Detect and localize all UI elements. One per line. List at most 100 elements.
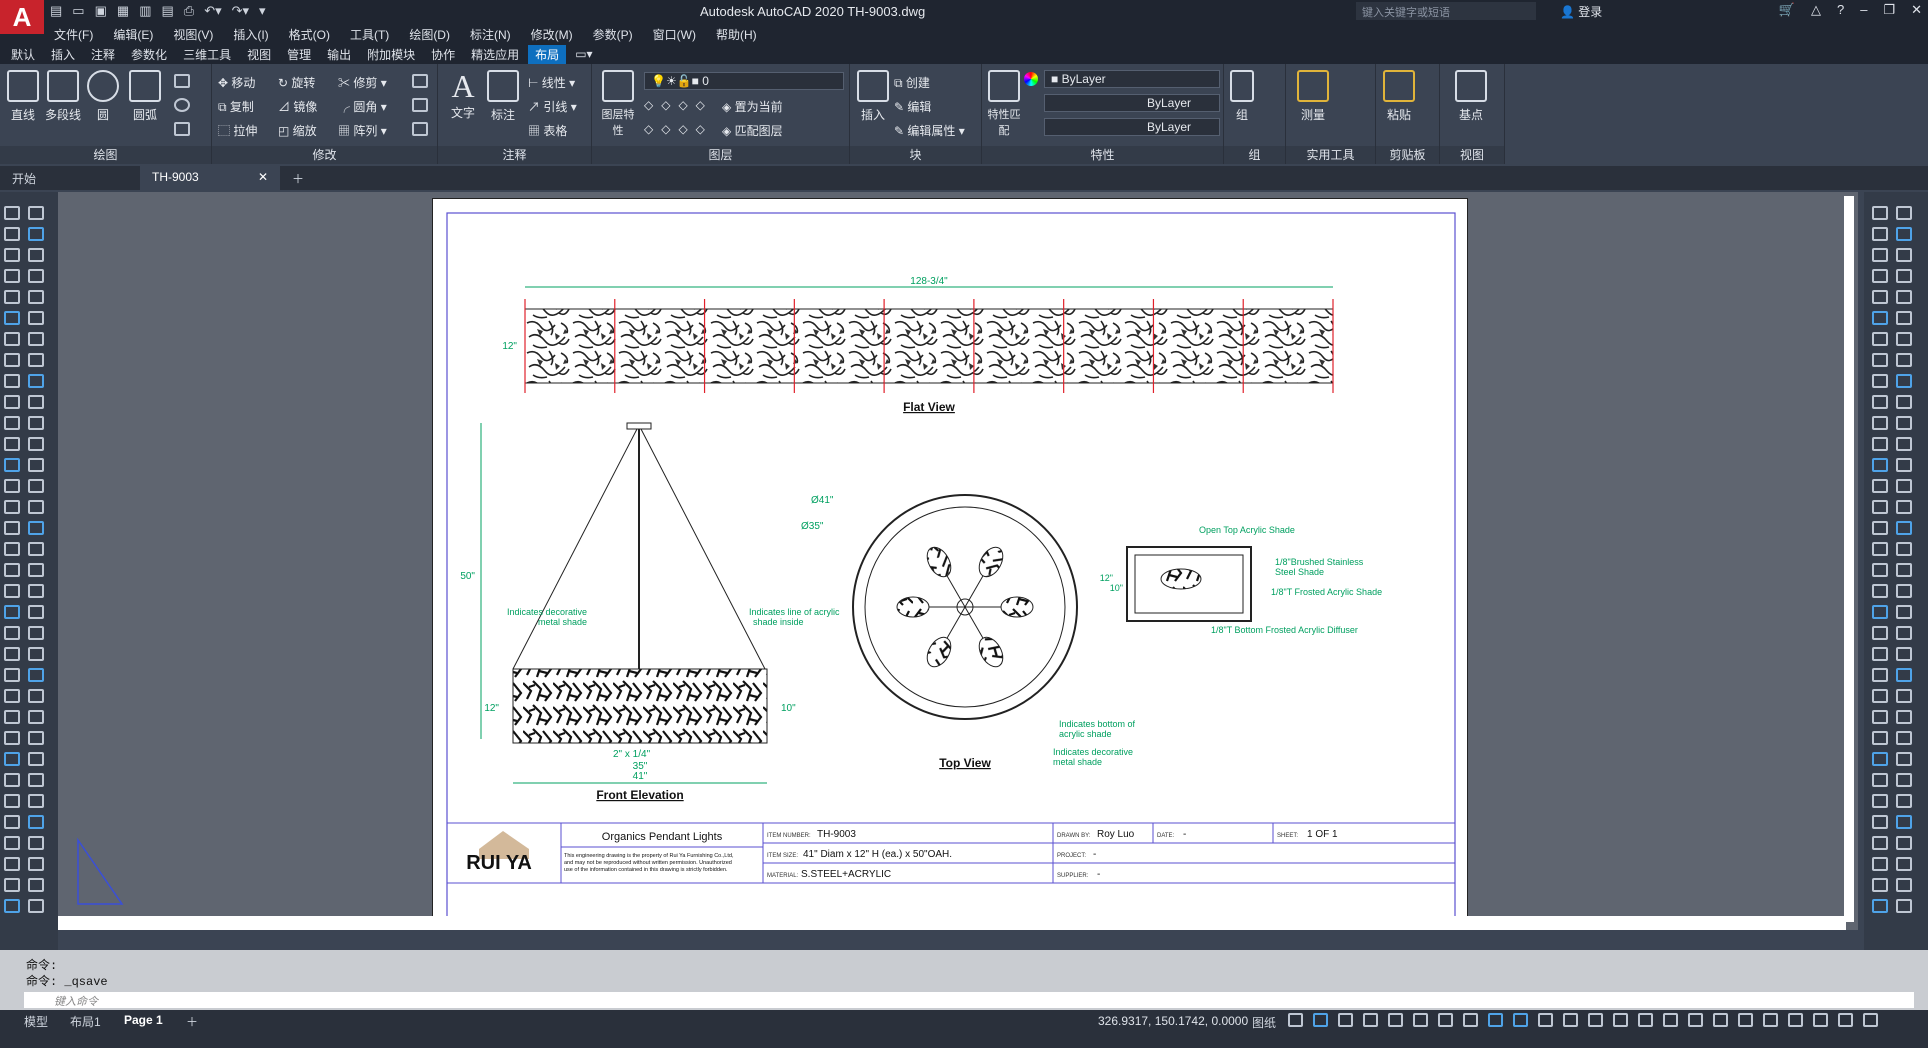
- righttools-tool-icon[interactable]: [1872, 668, 1888, 682]
- paste-tool[interactable]: 粘贴: [1380, 70, 1418, 123]
- righttools-tool-icon[interactable]: [1896, 416, 1912, 430]
- lefttools-tool-icon[interactable]: [28, 437, 44, 451]
- erase-icon[interactable]: [412, 74, 428, 88]
- lefttools-tool-icon[interactable]: [4, 563, 20, 577]
- lefttools-tool-icon[interactable]: [4, 353, 20, 367]
- righttools-tool-icon[interactable]: [1896, 626, 1912, 640]
- properties-panel-label[interactable]: 特性: [982, 146, 1223, 164]
- customize-qa-icon[interactable]: ▾: [259, 3, 266, 19]
- layer-dropdown[interactable]: 💡☀🔓■ 0: [644, 72, 844, 90]
- leader-tool[interactable]: ↗ 引线 ▾: [528, 98, 577, 115]
- lefttools-tool-icon[interactable]: [4, 605, 20, 619]
- lefttools-tool-icon[interactable]: [28, 500, 44, 514]
- righttools-tool-icon[interactable]: [1896, 290, 1912, 304]
- righttools-tool-icon[interactable]: [1896, 374, 1912, 388]
- righttools-tool-icon[interactable]: [1896, 332, 1912, 346]
- lefttools-tool-icon[interactable]: [28, 290, 44, 304]
- righttools-tool-icon[interactable]: [1896, 731, 1912, 745]
- status-toggle-icon[interactable]: [1613, 1013, 1628, 1027]
- lefttools-tool-icon[interactable]: [28, 395, 44, 409]
- lefttools-tool-icon[interactable]: [4, 269, 20, 283]
- lefttools-tool-icon[interactable]: [4, 626, 20, 640]
- lineweight-dropdown[interactable]: ByLayer: [1044, 118, 1220, 136]
- match-layer-tool[interactable]: ◈ 匹配图层: [722, 122, 783, 139]
- righttools-tool-icon[interactable]: [1872, 752, 1888, 766]
- lefttools-tool-icon[interactable]: [4, 710, 20, 724]
- menu-item-7[interactable]: 标注(N): [470, 26, 511, 43]
- status-toggle-icon[interactable]: [1863, 1013, 1878, 1027]
- lefttools-tool-icon[interactable]: [28, 584, 44, 598]
- status-toggle-icon[interactable]: [1688, 1013, 1703, 1027]
- righttools-tool-icon[interactable]: [1872, 458, 1888, 472]
- lefttools-tool-icon[interactable]: [28, 773, 44, 787]
- ribbon-tab-9[interactable]: 协作: [424, 45, 462, 64]
- status-toggle-icon[interactable]: [1788, 1013, 1803, 1027]
- righttools-tool-icon[interactable]: [1896, 269, 1912, 283]
- restore-button[interactable]: ❐: [1883, 2, 1895, 18]
- lefttools-tool-icon[interactable]: [4, 584, 20, 598]
- lefttools-tool-icon[interactable]: [28, 857, 44, 871]
- status-toggle-icon[interactable]: [1638, 1013, 1653, 1027]
- status-toggle-icon[interactable]: [1338, 1013, 1353, 1027]
- clipboard-panel-label[interactable]: 剪贴板: [1376, 146, 1439, 164]
- righttools-tool-icon[interactable]: [1896, 689, 1912, 703]
- status-toggle-icon[interactable]: [1513, 1013, 1528, 1027]
- righttools-tool-icon[interactable]: [1872, 605, 1888, 619]
- open-web-icon[interactable]: ▥: [139, 3, 151, 19]
- righttools-tool-icon[interactable]: [1872, 563, 1888, 577]
- lefttools-tool-icon[interactable]: [4, 416, 20, 430]
- menu-item-0[interactable]: 文件(F): [54, 26, 93, 43]
- lefttools-tool-icon[interactable]: [28, 815, 44, 829]
- righttools-tool-icon[interactable]: [1896, 710, 1912, 724]
- menu-item-2[interactable]: 视图(V): [173, 26, 213, 43]
- vertical-scrollbar[interactable]: [1844, 196, 1854, 922]
- status-toggle-icon[interactable]: [1588, 1013, 1603, 1027]
- lefttools-tool-icon[interactable]: [28, 332, 44, 346]
- righttools-tool-icon[interactable]: [1872, 500, 1888, 514]
- status-toggle-icon[interactable]: [1488, 1013, 1503, 1027]
- righttools-tool-icon[interactable]: [1896, 794, 1912, 808]
- rotate-tool[interactable]: ↻ 旋转: [278, 74, 315, 91]
- righttools-tool-icon[interactable]: [1872, 626, 1888, 640]
- command-input[interactable]: 键入命令: [24, 992, 1914, 1008]
- tab-th-9003[interactable]: TH-9003 ✕: [140, 166, 280, 190]
- tab-model[interactable]: 模型: [24, 1013, 48, 1030]
- linear-tool[interactable]: ⊢ 线性 ▾: [528, 74, 575, 91]
- set-current-tool[interactable]: ◈ 置为当前: [722, 98, 783, 115]
- righttools-tool-icon[interactable]: [1896, 899, 1912, 913]
- lefttools-tool-icon[interactable]: [28, 563, 44, 577]
- ribbon-tab-5[interactable]: 视图: [240, 45, 278, 64]
- menu-item-10[interactable]: 窗口(W): [653, 26, 696, 43]
- lefttools-tool-icon[interactable]: [4, 647, 20, 661]
- lefttools-tool-icon[interactable]: [28, 458, 44, 472]
- righttools-tool-icon[interactable]: [1872, 416, 1888, 430]
- righttools-tool-icon[interactable]: [1896, 542, 1912, 556]
- lefttools-tool-icon[interactable]: [28, 311, 44, 325]
- modify-panel-label[interactable]: 修改: [212, 146, 437, 164]
- righttools-tool-icon[interactable]: [1872, 521, 1888, 535]
- lefttools-tool-icon[interactable]: [28, 878, 44, 892]
- righttools-tool-icon[interactable]: [1872, 206, 1888, 220]
- help-icon[interactable]: ?: [1837, 2, 1844, 18]
- autocad-logo[interactable]: A: [0, 0, 44, 34]
- ribbon-tab-3[interactable]: 参数化: [124, 45, 174, 64]
- status-toggle-icon[interactable]: [1288, 1013, 1303, 1027]
- righttools-tool-icon[interactable]: [1872, 437, 1888, 451]
- ribbon-tab-4[interactable]: 三维工具: [176, 45, 238, 64]
- status-toggle-icon[interactable]: [1463, 1013, 1478, 1027]
- righttools-tool-icon[interactable]: [1896, 752, 1912, 766]
- arc-tool[interactable]: 圆弧: [126, 70, 164, 123]
- status-toggle-icon[interactable]: [1713, 1013, 1728, 1027]
- lefttools-tool-icon[interactable]: [4, 752, 20, 766]
- tab-start[interactable]: 开始: [0, 166, 140, 190]
- array-tool[interactable]: ▦ 阵列 ▾: [338, 122, 387, 139]
- close-tab-icon[interactable]: ✕: [258, 170, 268, 186]
- lefttools-tool-icon[interactable]: [28, 374, 44, 388]
- righttools-tool-icon[interactable]: [1872, 395, 1888, 409]
- lefttools-tool-icon[interactable]: [4, 836, 20, 850]
- lefttools-tool-icon[interactable]: [28, 542, 44, 556]
- lefttools-tool-icon[interactable]: [4, 731, 20, 745]
- circle-tool[interactable]: 圆: [84, 70, 122, 123]
- righttools-tool-icon[interactable]: [1896, 458, 1912, 472]
- status-toggle-icon[interactable]: [1538, 1013, 1553, 1027]
